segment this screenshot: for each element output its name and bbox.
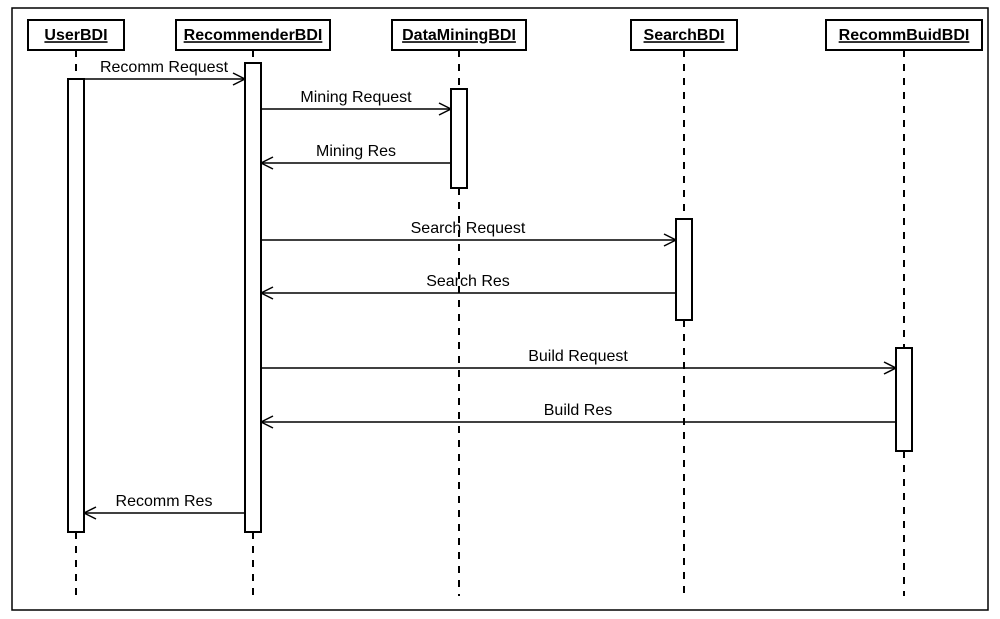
activation-datamining xyxy=(451,89,467,188)
message-recomm-request-label: Recomm Request xyxy=(100,59,229,76)
participant-datamining-label: DataMiningBDI xyxy=(402,27,516,44)
message-build-res-label: Build Res xyxy=(544,402,612,419)
message-recomm-request: Recomm Request xyxy=(84,59,245,85)
participant-user-label: UserBDI xyxy=(44,27,107,44)
activation-search xyxy=(676,219,692,320)
message-build-res: Build Res xyxy=(261,402,896,428)
participant-recommender-label: RecommenderBDI xyxy=(184,27,323,44)
participant-recommender: RecommenderBDI xyxy=(176,20,330,50)
activation-recommender xyxy=(245,63,261,532)
participant-recommbuild-label: RecommBuidBDI xyxy=(839,27,970,44)
diagram-frame xyxy=(12,8,988,610)
activation-user xyxy=(68,79,84,532)
participant-recommbuild: RecommBuidBDI xyxy=(826,20,982,50)
message-mining-request-label: Mining Request xyxy=(300,89,412,106)
message-build-request: Build Request xyxy=(261,348,896,374)
participant-user: UserBDI xyxy=(28,20,124,50)
message-search-request-label: Search Request xyxy=(411,220,526,237)
message-build-request-label: Build Request xyxy=(528,348,628,365)
participant-datamining: DataMiningBDI xyxy=(392,20,526,50)
message-search-res-label: Search Res xyxy=(426,273,510,290)
participant-search-label: SearchBDI xyxy=(644,27,725,44)
message-recomm-res-label: Recomm Res xyxy=(116,493,213,510)
message-mining-res-label: Mining Res xyxy=(316,143,396,160)
activation-recommbuild xyxy=(896,348,912,451)
sequence-diagram: UserBDI RecommenderBDI DataMiningBDI Sea… xyxy=(0,0,1000,619)
message-search-request: Search Request xyxy=(261,220,676,246)
message-recomm-res: Recomm Res xyxy=(84,493,245,519)
message-search-res: Search Res xyxy=(261,273,676,299)
participant-search: SearchBDI xyxy=(631,20,737,50)
message-mining-res: Mining Res xyxy=(261,143,451,169)
message-mining-request: Mining Request xyxy=(261,89,451,115)
